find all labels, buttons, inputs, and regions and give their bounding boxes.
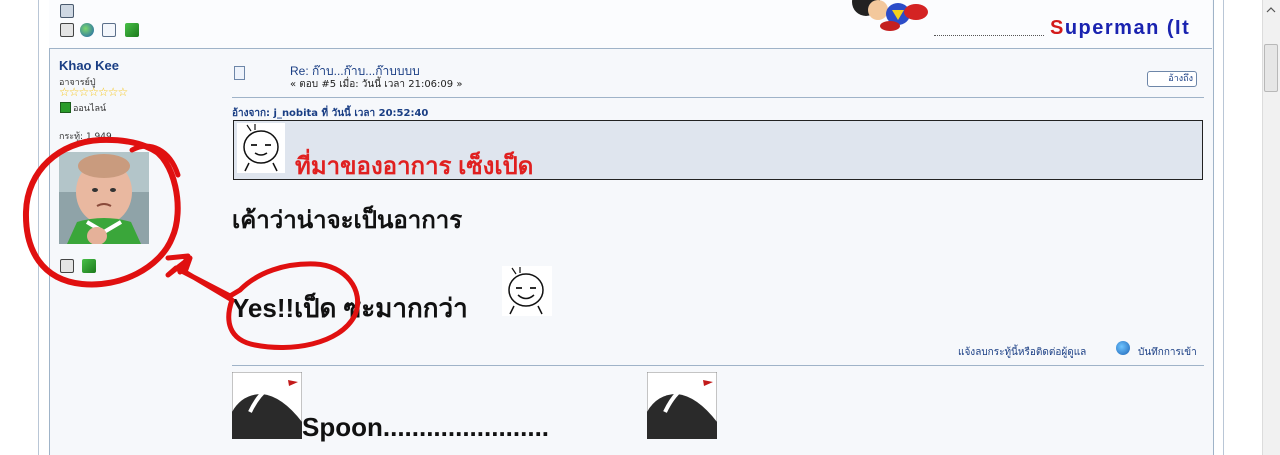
message-body-line: Yes!!เป็ด ซะมากกว่า	[232, 293, 468, 323]
msn-icon[interactable]	[82, 259, 96, 273]
ip-log-link[interactable]: บันทึกการเข้า	[1138, 345, 1197, 360]
poster-name[interactable]: Khao Kee	[59, 58, 119, 73]
emoticon-image	[237, 123, 285, 173]
divider	[232, 365, 1204, 366]
avatar	[59, 152, 149, 244]
signature-text: Spoon.......................	[302, 412, 550, 442]
quote-header[interactable]: อ้างจาก: j_nobita ที่ วันนี้ เวลา 20:52:…	[232, 106, 428, 121]
post-frame	[49, 0, 1214, 455]
signature-logo-image	[231, 371, 303, 440]
post-count: กระทู้: 1,949	[59, 132, 112, 142]
msn-icon[interactable]	[125, 23, 139, 37]
message-icon	[234, 66, 245, 80]
website-icon[interactable]	[80, 23, 94, 37]
superman-image	[848, 0, 932, 32]
scrollbar-thumb[interactable]	[1264, 44, 1278, 92]
globe-icon	[1116, 341, 1130, 355]
document-icon[interactable]	[60, 259, 74, 273]
signature-logo-image	[646, 371, 718, 440]
profile-icon[interactable]	[60, 4, 74, 18]
message-meta: « ตอบ #5 เมื่อ: วันนี้ เวลา 21:06:09 »	[290, 79, 463, 90]
pm-icon[interactable]	[102, 23, 116, 37]
divider	[232, 97, 1204, 98]
rank-stars: ☆☆☆☆☆☆☆	[59, 85, 128, 99]
quote-button[interactable]: อ้างถึง	[1147, 71, 1197, 87]
online-status-icon	[60, 102, 71, 113]
previous-post-footer	[49, 0, 1212, 49]
online-status: ออนไลน์	[73, 104, 107, 114]
emoticon-image	[502, 266, 552, 316]
quote-text: ที่มาของอาการ เซ็งเป็ด	[295, 153, 534, 180]
report-link[interactable]: แจ้งลบกระทู้นี้หรือติดต่อผู้ดูแล	[958, 345, 1086, 360]
message-body-line: เค้าว่าน่าจะเป็นอาการ	[232, 207, 463, 234]
signature-dots	[934, 35, 1044, 36]
scroll-up-arrow-icon[interactable]	[1262, 0, 1280, 13]
signature-header-name: Superman (It	[1050, 17, 1191, 39]
document-icon[interactable]	[60, 23, 74, 37]
